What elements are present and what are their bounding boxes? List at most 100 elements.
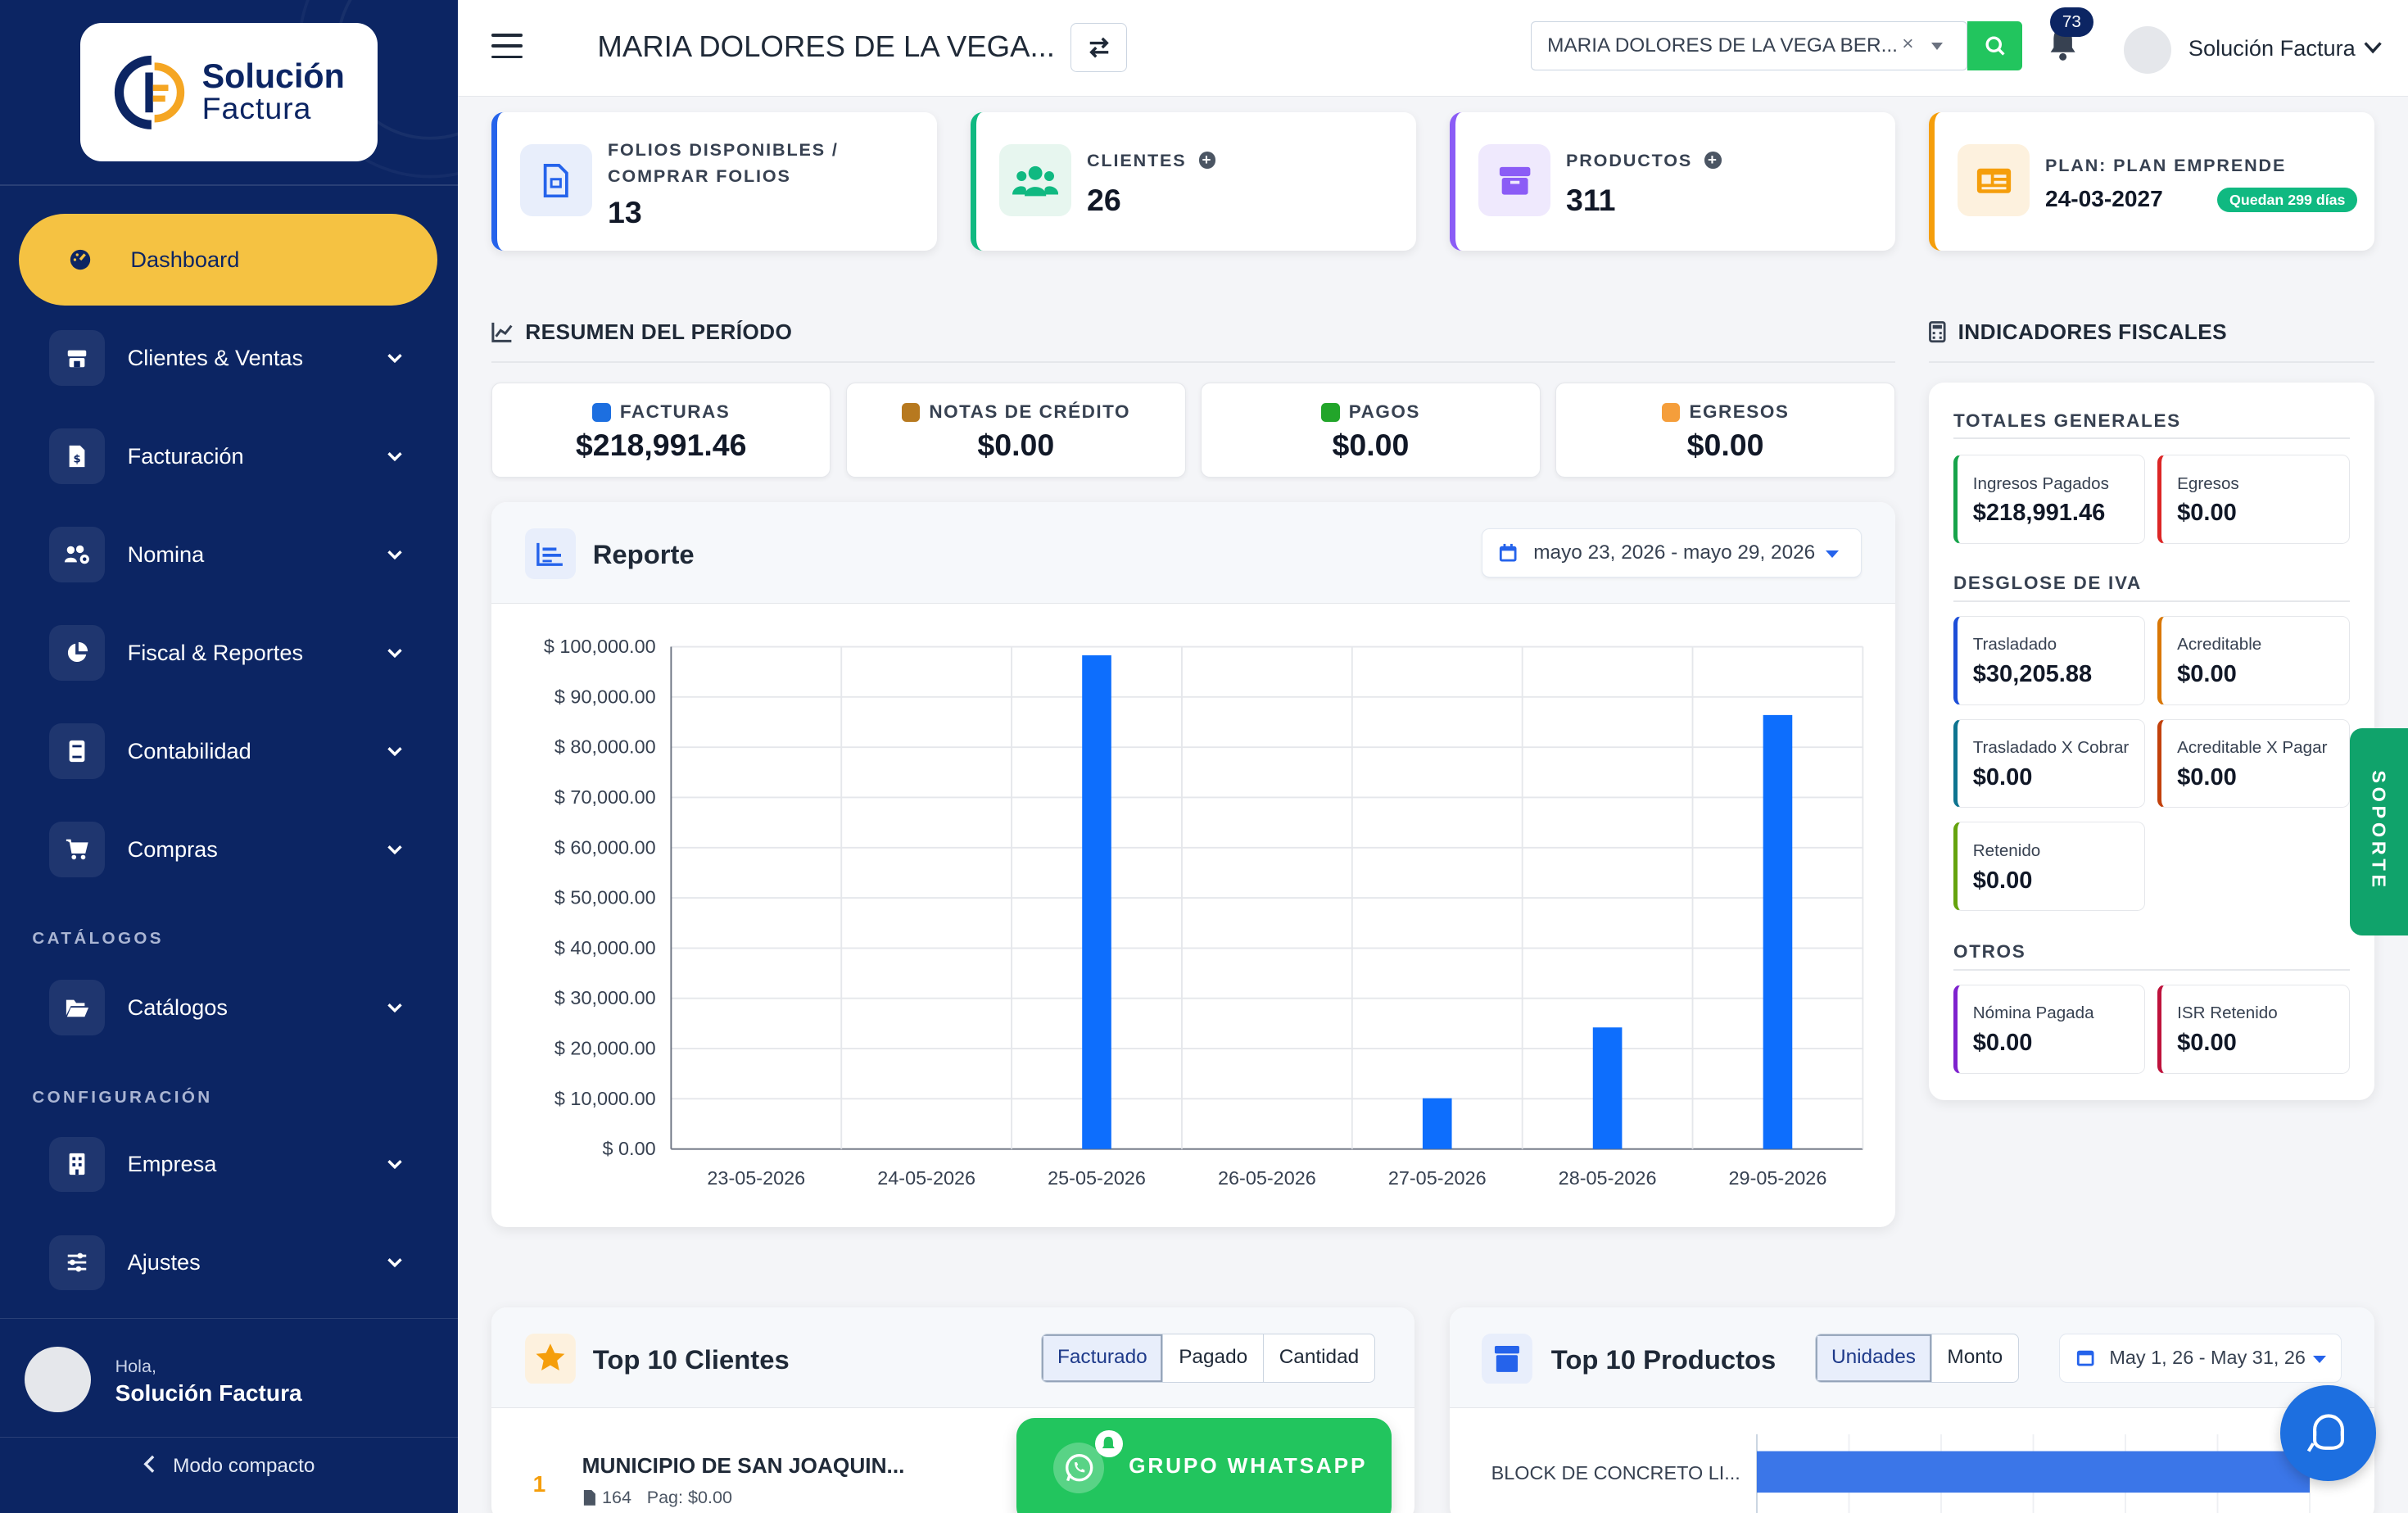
user-menu-name[interactable]: Solución Factura	[2188, 35, 2356, 61]
chart-x-tick-label: 25-05-2026	[1048, 1167, 1146, 1189]
brand-logo[interactable]: Solución Factura	[79, 23, 378, 161]
stat-card-clientes[interactable]: CLIENTES + 26	[971, 111, 1416, 251]
line-chart-icon	[491, 323, 513, 343]
users-icon	[999, 144, 1072, 217]
stat-card-productos[interactable]: PRODUCTOS + 311	[1450, 111, 1895, 251]
tab-facturado[interactable]: Facturado	[1042, 1334, 1164, 1382]
top-productos-title: Top 10 Productos	[1550, 1343, 1777, 1375]
support-tab[interactable]: SOPORTE	[2349, 727, 2408, 935]
summary-card-pagos: PAGOS $0.00	[1201, 382, 1541, 478]
report-date-range-picker[interactable]: mayo 23, 2026 - mayo 29, 2026	[1482, 528, 1862, 578]
stat-label-text: PRODUCTOS	[1566, 150, 1693, 170]
chart-x-tick-label: 27-05-2026	[1388, 1167, 1487, 1189]
stat-value-productos: 311	[1566, 183, 1616, 218]
report-title: Reporte	[592, 539, 695, 570]
chevron-down-icon	[387, 648, 402, 659]
chevron-left-icon	[143, 1455, 155, 1473]
document-icon	[583, 1489, 595, 1506]
stat-label-line1: FOLIOS DISPONIBLES /	[608, 138, 839, 160]
tab-unidades[interactable]: Unidades	[1816, 1334, 1932, 1382]
chart-bar[interactable]	[1082, 655, 1111, 1149]
sidebar-item-label: Nomina	[127, 541, 205, 567]
productos-date-range-text: May 1, 26 - May 31, 26	[2109, 1347, 2306, 1368]
summary-heading-text: RESUMEN DEL PERÍODO	[525, 319, 793, 344]
chart-y-tick-label: $ 90,000.00	[554, 686, 656, 707]
document-icon	[520, 144, 593, 217]
tab-monto[interactable]: Monto	[1932, 1334, 2018, 1382]
whatsapp-group-label: GRUPO WHATSAPP	[1129, 1452, 1368, 1478]
chevron-down-icon[interactable]	[2362, 37, 2383, 58]
sidebar-user-greeting: Hola,	[115, 1355, 156, 1376]
summary-card-egresos: EGRESOS $0.00	[1555, 382, 1895, 478]
chart-y-tick-label: $ 0.00	[603, 1138, 656, 1159]
sidebar-item-label: Facturación	[127, 442, 244, 469]
page-title: MARIA DOLORES DE LA VEGA...	[597, 29, 1055, 63]
sidebar-user-name: Solución Factura	[115, 1379, 302, 1406]
compact-mode-toggle[interactable]: Modo compacto	[0, 1455, 458, 1478]
summary-label: PAGOS	[1348, 401, 1420, 423]
brand-line2: Factura	[201, 91, 312, 126]
fiscal-value: $0.00	[2177, 763, 2237, 790]
tab-cantidad[interactable]: Cantidad	[1264, 1334, 1374, 1382]
fiscal-subdivider	[1953, 437, 2350, 440]
company-select-value: MARIA DOLORES DE LA VEGA BER...	[1547, 34, 1898, 57]
sidebar-item-compras[interactable]: Compras	[19, 804, 438, 896]
fiscal-iva-trasladado: Trasladado $30,205.88	[1953, 615, 2146, 705]
top-header: MARIA DOLORES DE LA VEGA... MARIA DOLORE…	[457, 0, 2408, 97]
help-chat-button[interactable]	[2280, 1385, 2376, 1481]
sidebar-item-nomina[interactable]: Nomina	[19, 509, 438, 601]
stat-card-folios[interactable]: FOLIOS DISPONIBLES / COMPRAR FOLIOS 13	[491, 111, 937, 251]
chevron-down-icon	[387, 845, 402, 855]
sidebar-item-facturacion[interactable]: $ Facturación	[19, 410, 438, 503]
sliders-icon	[49, 1234, 105, 1290]
brand-line1: Solución	[201, 57, 345, 96]
chart-y-tick-label: $ 60,000.00	[554, 836, 656, 858]
sidebar-item-label: Compras	[127, 836, 218, 862]
sidebar-user[interactable]: Hola, Solución Factura	[0, 1317, 458, 1438]
fiscal-divider	[1929, 360, 2374, 363]
chevron-down-icon	[387, 353, 402, 364]
box-icon	[1482, 1333, 1533, 1384]
brand-logo-text: Solución Factura	[202, 60, 345, 125]
compact-mode-label: Modo compacto	[173, 1454, 315, 1477]
stat-card-plan[interactable]: PLAN: PLAN EMPRENDE 24-03-2027 Quedan 29…	[1929, 111, 2374, 251]
fiscal-value: $0.00	[2177, 661, 2237, 688]
switch-company-button[interactable]	[1070, 23, 1128, 73]
chart-bar[interactable]	[1422, 1098, 1452, 1149]
summary-card-notas-credito: NOTAS DE CRÉDITO $0.00	[846, 382, 1186, 478]
avatar[interactable]	[2124, 25, 2172, 74]
sidebar-item-contabilidad[interactable]: Contabilidad	[19, 705, 438, 798]
fiscal-isr-retenido: ISR Retenido $0.00	[2157, 984, 2350, 1074]
add-icon[interactable]: +	[1198, 151, 1216, 169]
bell-icon	[1094, 1429, 1123, 1458]
sidebar-item-label: Ajustes	[127, 1249, 201, 1275]
company-select[interactable]: MARIA DOLORES DE LA VEGA BER... ×	[1531, 21, 1967, 71]
top-productos-chart	[1756, 1434, 2311, 1513]
sidebar-item-dashboard[interactable]: Dashboard	[18, 213, 438, 306]
chevron-down-icon	[387, 451, 402, 462]
fiscal-value: $0.00	[2177, 500, 2237, 527]
menu-toggle-icon[interactable]	[491, 34, 523, 61]
search-button[interactable]	[1967, 21, 2023, 71]
add-icon[interactable]: +	[1704, 151, 1722, 169]
whatsapp-group-button[interactable]: GRUPO WHATSAPP	[1016, 1417, 1392, 1513]
legend-swatch	[592, 403, 611, 422]
sidebar-item-fiscal-reportes[interactable]: Fiscal & Reportes	[19, 607, 438, 700]
fiscal-label: Trasladado X Cobrar	[1972, 738, 2130, 757]
top-productos-card: Top 10 Productos Unidades Monto May 1, 2…	[1450, 1307, 2374, 1513]
sidebar-item-empresa[interactable]: Empresa	[19, 1118, 438, 1211]
chart-bar[interactable]	[1592, 1027, 1623, 1149]
sidebar-item-clientes-ventas[interactable]: Clientes & Ventas	[19, 312, 438, 405]
productos-date-range-picker[interactable]: May 1, 26 - May 31, 26	[2059, 1333, 2342, 1383]
tab-pagado[interactable]: Pagado	[1163, 1334, 1264, 1382]
chart-x-tick-label: 26-05-2026	[1218, 1167, 1316, 1189]
report-header: Reporte mayo 23, 2026 - mayo 29, 2026	[491, 502, 1895, 604]
clear-selection-icon[interactable]: ×	[1902, 33, 1913, 56]
report-date-range-text: mayo 23, 2026 - mayo 29, 2026	[1533, 541, 1816, 564]
sidebar-item-ajustes[interactable]: Ajustes	[19, 1216, 438, 1309]
folder-open-icon	[49, 980, 105, 1035]
legend-swatch	[901, 403, 921, 422]
chart-x-axis: 23-05-2026 24-05-2026 25-05-2026 26-05-2026…	[707, 1167, 1826, 1189]
sidebar-item-catalogos[interactable]: Catálogos	[19, 962, 438, 1054]
chart-bar[interactable]	[1763, 714, 1793, 1149]
